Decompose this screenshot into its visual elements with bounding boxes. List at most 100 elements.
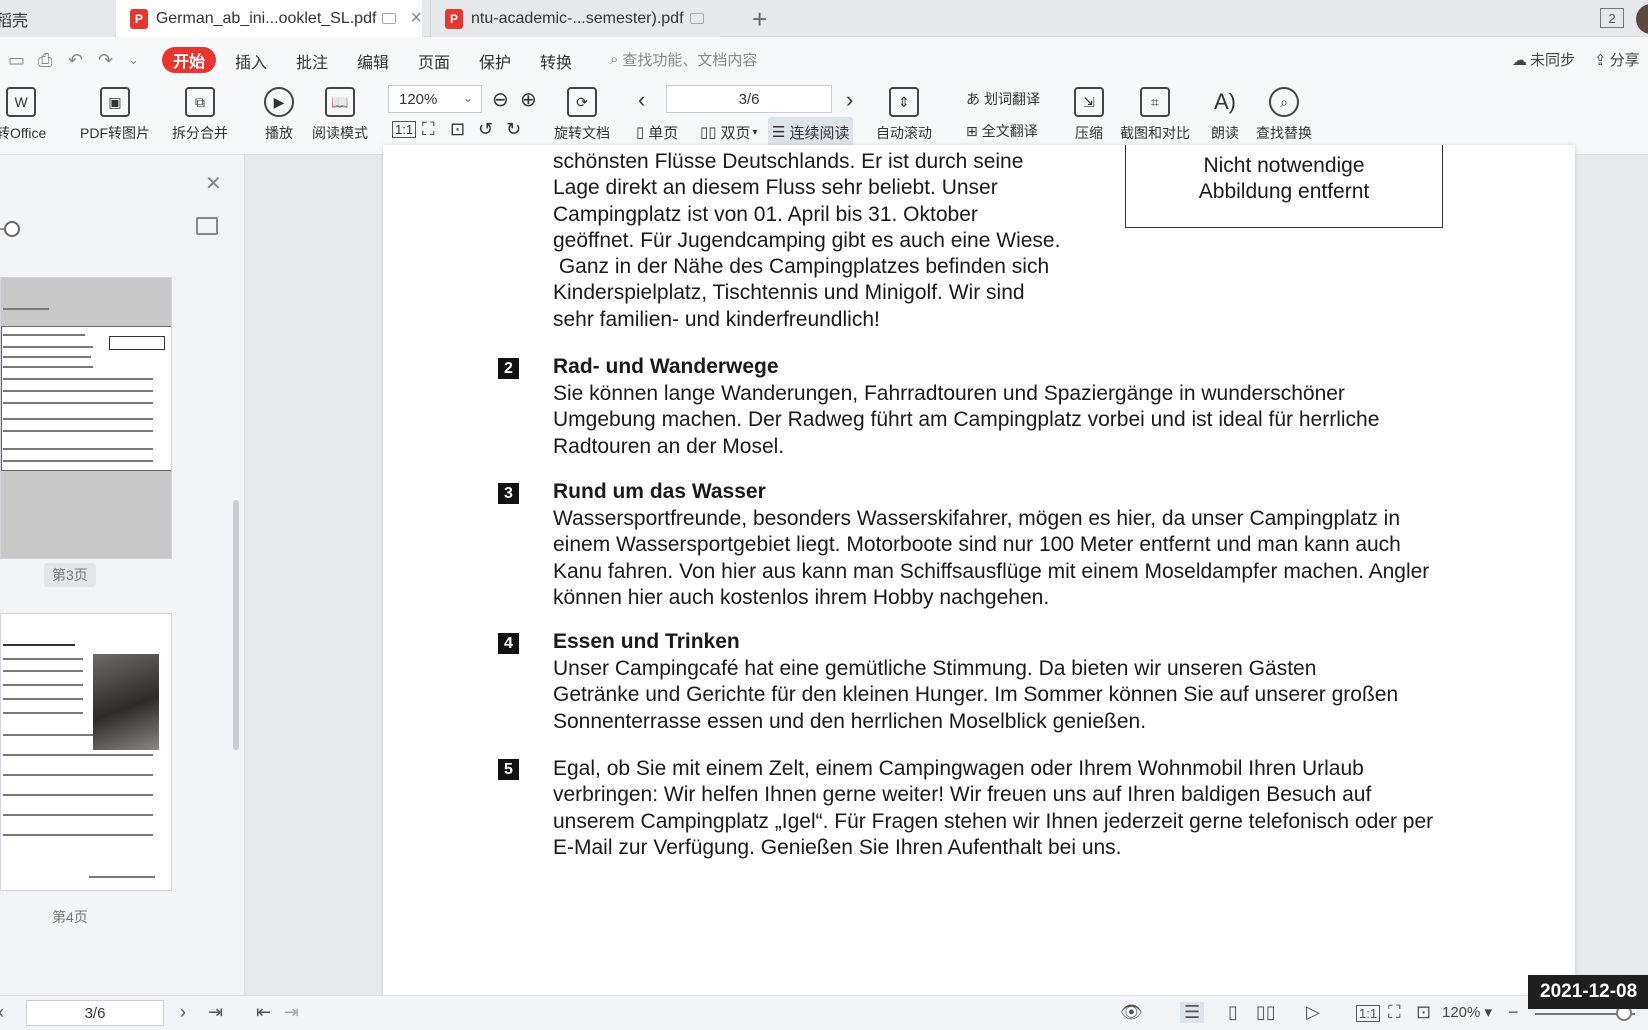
sidebar-scrollbar[interactable] (233, 500, 239, 750)
crop-icon: ⌗ (1140, 87, 1170, 117)
sync-label: 未同步 (1530, 52, 1576, 69)
fit-page-icon[interactable]: ⛶ (422, 119, 435, 140)
find-replace-button[interactable]: ⌕ 查找替换 (1256, 87, 1312, 143)
menu-start[interactable]: 开始 (162, 47, 216, 73)
share-button[interactable]: ⇪ 分享 (1594, 49, 1640, 70)
play-button[interactable]: ▶ 播放 (264, 87, 294, 143)
redo-icon[interactable]: ↷ (98, 51, 118, 69)
avatar[interactable] (1636, 4, 1648, 34)
page-label-4: 第4页 (52, 909, 88, 925)
screenshot-compare-button[interactable]: ⌗ 截图和对比 (1120, 87, 1190, 143)
sync-status[interactable]: ☁ 未同步 (1512, 49, 1575, 70)
rotate-left-icon[interactable]: ↺ (478, 119, 493, 140)
to-office-button[interactable]: W 转Office (0, 87, 46, 143)
compress-icon: ⇲ (1074, 87, 1104, 117)
thumbnail-wolf-photo (93, 654, 159, 750)
window-icon[interactable] (689, 13, 704, 24)
page-thumbnail-3[interactable] (0, 277, 172, 559)
close-icon[interactable]: ✕ (205, 171, 222, 196)
status-page-value: 3/6 (84, 1004, 106, 1022)
eye-care-icon[interactable]: 👁 (1120, 1002, 1143, 1023)
thumbnail-line (89, 876, 155, 878)
read-aloud-button[interactable]: A) 朗读 (1210, 87, 1240, 143)
zoom-select[interactable]: 120% ⌄ (388, 85, 482, 113)
play-label: 播放 (265, 125, 293, 141)
search-function[interactable]: ⌕ 查找功能、文档内容 (610, 49, 757, 70)
play-icon[interactable]: ▷ (1306, 1002, 1320, 1023)
thumbnail-line (3, 448, 153, 450)
tab-home[interactable]: 稻壳 (0, 0, 115, 37)
single-page-button[interactable]: ▯ 单页 (632, 117, 682, 147)
window-icon[interactable] (382, 13, 397, 24)
translate-icon: あ (966, 91, 980, 107)
rotate-doc-button[interactable]: ⟳ 旋转文档 (554, 87, 610, 143)
single-page-icon[interactable]: ▯ (1228, 1002, 1238, 1023)
window-count-badge[interactable]: 2 (1600, 8, 1624, 28)
status-zoom-select[interactable]: 120% ▾ (1442, 1003, 1492, 1021)
save-icon[interactable]: ▭ (8, 51, 28, 69)
full-translate-button[interactable]: ⊞ 全文翻译 (966, 121, 1038, 141)
next-page-icon[interactable]: › (846, 87, 853, 113)
thumbnail-sidebar: ✕ 第3页 第4页 (0, 155, 245, 995)
status-page-input[interactable]: 3/6 (26, 1000, 164, 1026)
close-tab-icon[interactable]: × (410, 7, 422, 30)
menu-edit[interactable]: 编辑 (357, 49, 389, 73)
chevron-down-icon[interactable]: ⌄ (128, 51, 148, 69)
read-mode-button[interactable]: 📖 阅读模式 (312, 87, 368, 143)
rotate-right-icon[interactable]: ↻ (506, 119, 521, 140)
menu-insert[interactable]: 插入 (235, 49, 267, 73)
forward-icon[interactable]: ⇥ (284, 1002, 299, 1023)
fit-page-icon[interactable]: ⛶ (1388, 1002, 1401, 1023)
zoom-in-icon[interactable]: ⊕ (520, 87, 537, 112)
continuous-mode-icon[interactable]: ☰ (1180, 1002, 1205, 1023)
back-icon[interactable]: ⇤ (256, 1002, 271, 1023)
actual-size-icon[interactable]: 1:1 (392, 121, 417, 138)
menu-protect[interactable]: 保护 (479, 49, 511, 73)
tab-label: German_ab_ini...ooklet_SL.pdf (155, 9, 377, 27)
section-number-badge: 5 (498, 759, 519, 780)
print-icon[interactable]: ⎙ (38, 51, 58, 69)
search-icon: ⌕ (610, 51, 619, 68)
word-translate-button[interactable]: あ 划词翻译 (966, 89, 1040, 109)
image-icon[interactable] (196, 217, 218, 235)
thumbnail-line (3, 698, 83, 700)
auto-scroll-button[interactable]: ⇕ 自动滚动 (876, 87, 932, 143)
single-page-icon: ▯ (636, 124, 645, 141)
continuous-read-button[interactable]: ☰ 连续阅读 (768, 117, 854, 147)
zoom-out-icon[interactable]: − (1508, 1002, 1519, 1023)
fit-width-icon[interactable]: ⊡ (450, 119, 465, 140)
menu-convert[interactable]: 转换 (540, 49, 572, 73)
tab-ntu-pdf[interactable]: P ntu-academic-...semester).pdf (430, 0, 720, 37)
chevron-down-icon: ⌄ (462, 91, 473, 105)
zoom-value: 120% (399, 90, 438, 108)
compress-button[interactable]: ⇲ 压缩 (1074, 87, 1104, 143)
double-page-icon[interactable]: ▯▯ (1256, 1002, 1276, 1023)
split-merge-button[interactable]: ⧉ 拆分合并 (172, 87, 228, 143)
pdf-file-icon: P (130, 8, 148, 29)
double-page-button[interactable]: ▯▯ 双页 ▾ (696, 117, 762, 147)
new-tab-button[interactable]: + (752, 4, 767, 35)
section-number-badge: 2 (498, 358, 519, 379)
section-heading: Essen und Trinken (553, 630, 740, 653)
menu-annotate[interactable]: 批注 (296, 49, 328, 73)
single-page-label: 单页 (648, 124, 679, 142)
thumbnail-line (3, 378, 153, 380)
actual-size-icon[interactable]: 1:1 (1356, 1005, 1381, 1022)
last-page-icon[interactable]: ⇥ (208, 1002, 223, 1023)
zoom-out-icon[interactable]: ⊖ (492, 87, 509, 112)
next-page-icon[interactable]: › (180, 1002, 186, 1023)
read-mode-label: 阅读模式 (312, 125, 368, 141)
slider-knob[interactable] (4, 221, 20, 237)
page-number-input[interactable]: 3/6 (666, 85, 832, 113)
undo-icon[interactable]: ↶ (68, 51, 88, 69)
split-merge-icon: ⧉ (185, 87, 215, 117)
pdf-to-image-button[interactable]: ▣ PDF转图片 (80, 87, 150, 143)
auto-scroll-icon: ⇕ (889, 87, 919, 117)
page-thumbnail-4[interactable] (0, 613, 172, 891)
fit-width-icon[interactable]: ⊡ (1416, 1002, 1431, 1023)
prev-page-icon[interactable]: ‹ (0, 1002, 4, 1023)
section-body: Unser Campingcafé hat eine gemütliche St… (553, 657, 1399, 733)
prev-page-icon[interactable]: ‹ (638, 87, 645, 113)
menu-page[interactable]: 页面 (418, 49, 450, 73)
tab-german-pdf[interactable]: P German_ab_ini...ooklet_SL.pdf × (116, 0, 422, 37)
